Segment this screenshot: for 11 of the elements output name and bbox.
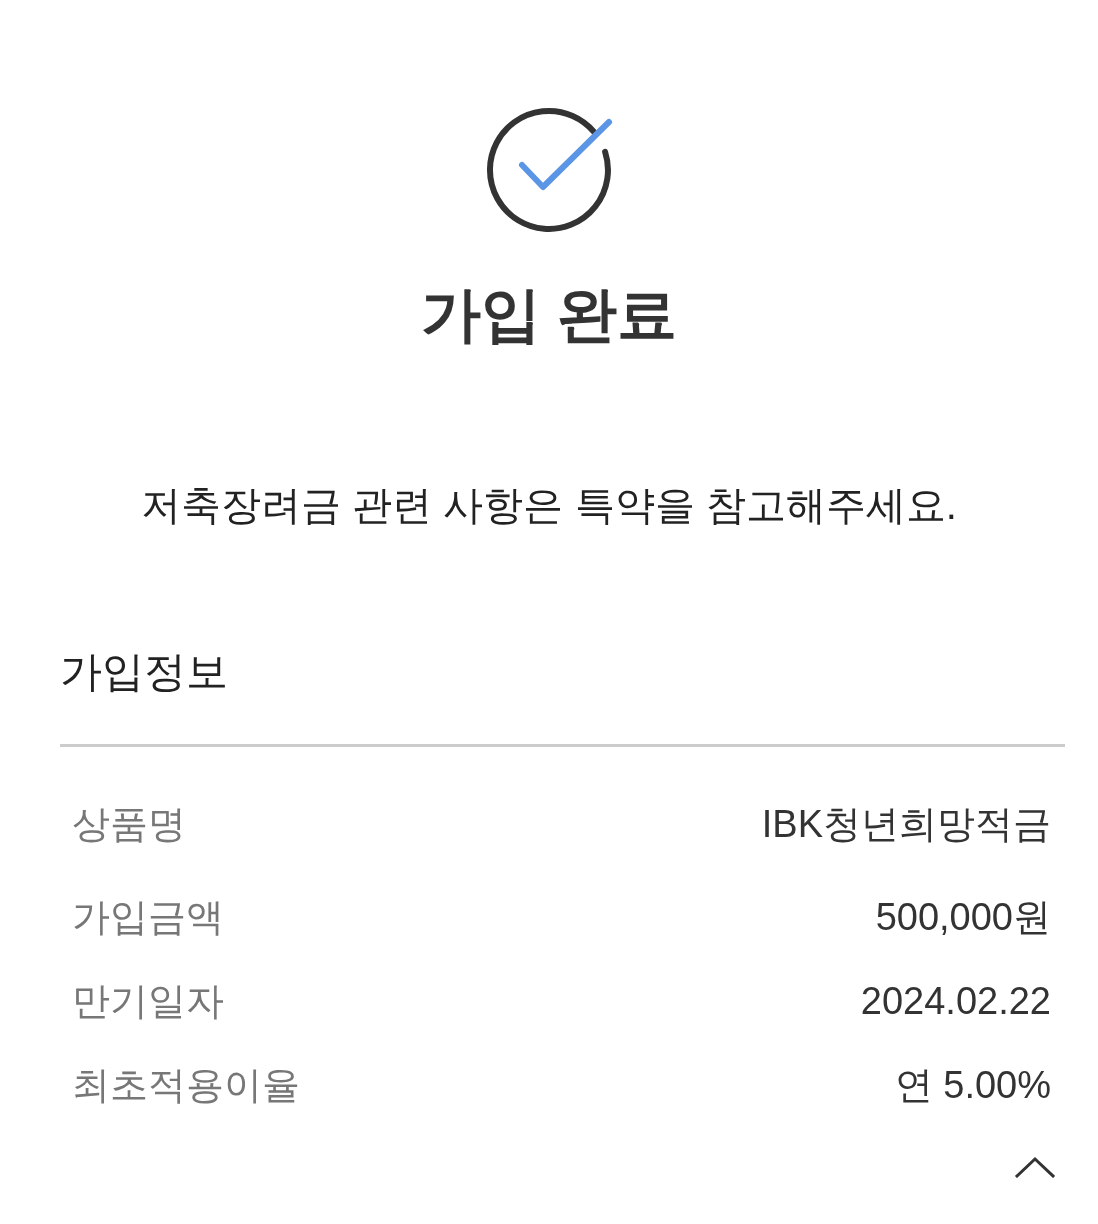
info-label: 최초적용이율 [72,1062,300,1108]
info-value: 2024.02.22 [860,979,1051,1023]
info-label: 가입금액 [72,894,224,940]
info-value: 연 5.00% [894,1062,1051,1108]
info-value: IBK청년희망적금 [761,801,1051,847]
section-heading: 가입정보 [60,647,228,697]
completion-title: 가입 완료 [420,280,678,350]
notice-message: 저축장려금 관련 사항은 특약을 참고해주세요. [141,482,957,529]
info-label: 만기일자 [72,978,224,1024]
info-label: 상품명 [72,801,186,847]
info-value: 500,000원 [875,894,1051,940]
